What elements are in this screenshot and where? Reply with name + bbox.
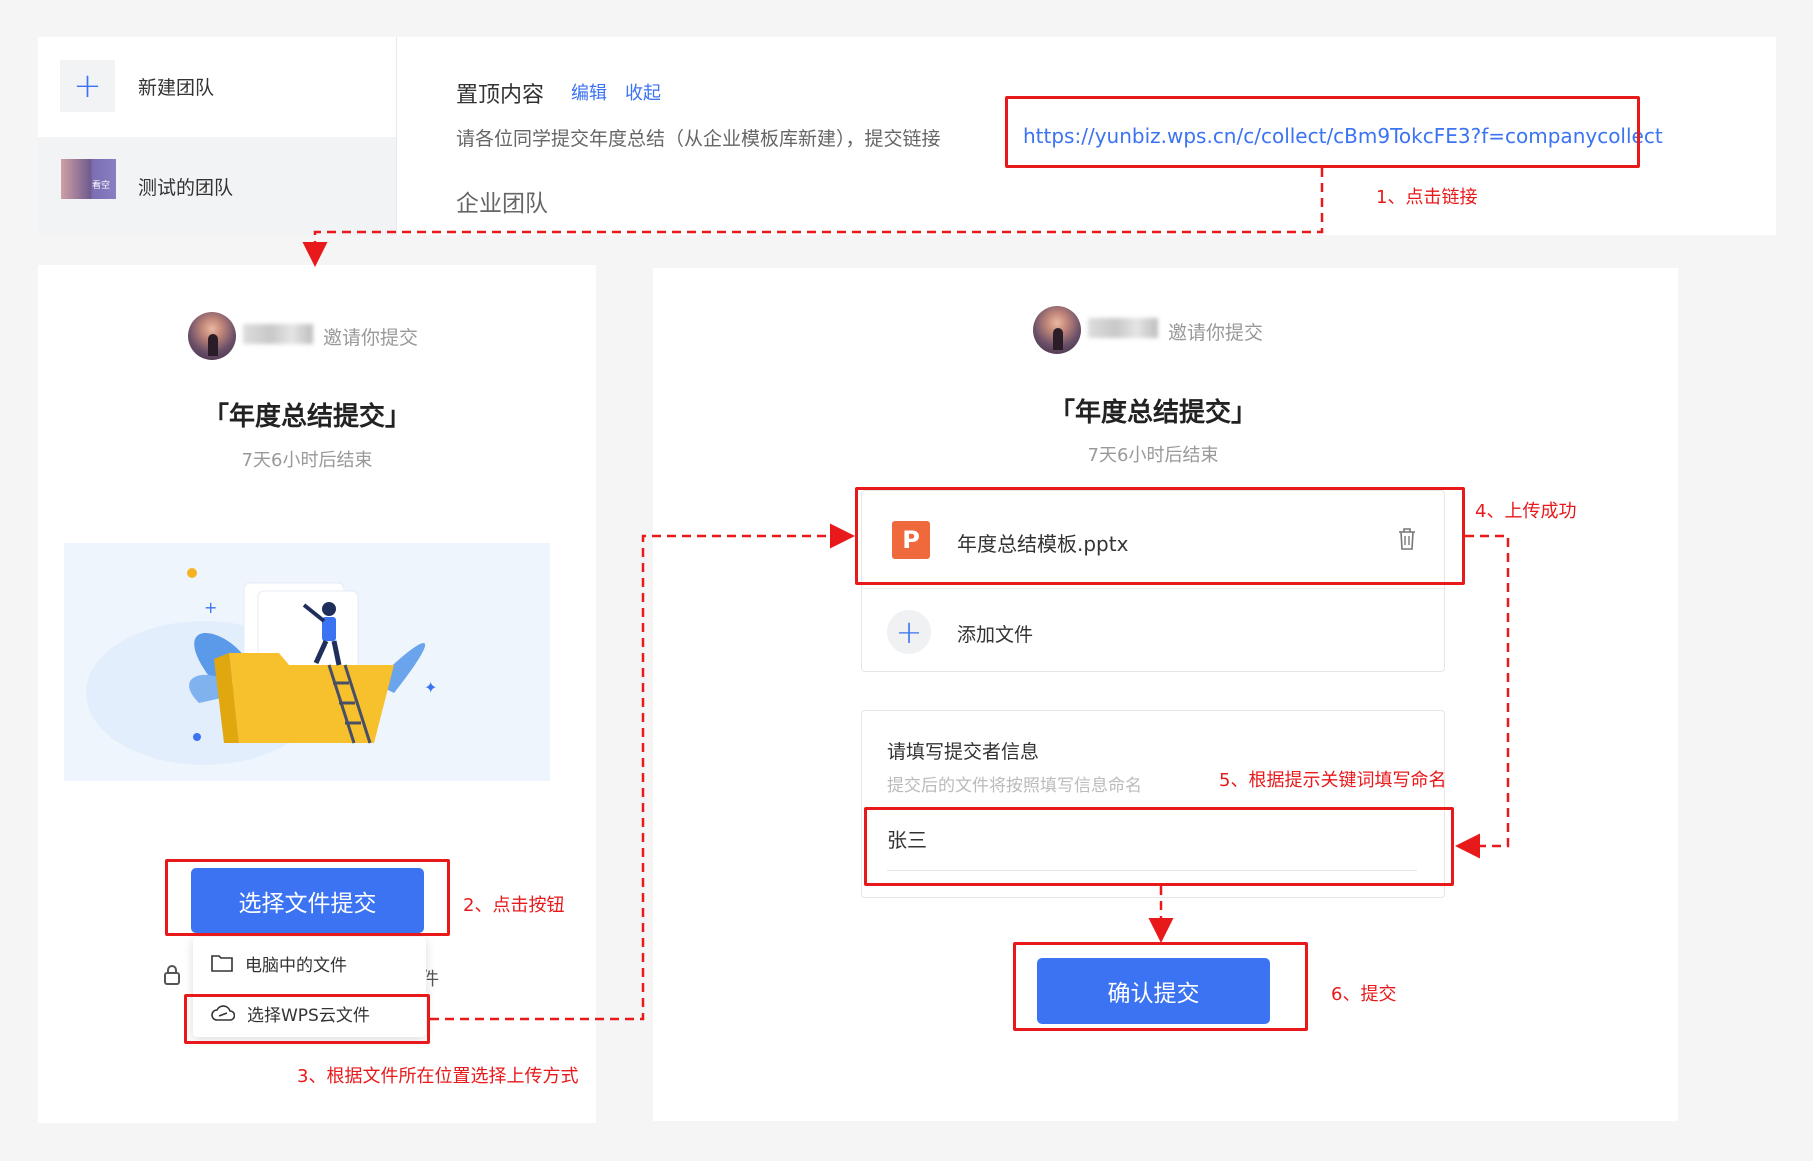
collapse-link[interactable]: 收起 (625, 79, 661, 105)
sidebar-item-new-team[interactable]: + 新建团队 (38, 37, 396, 135)
step-6-label: 6、提交 (1331, 984, 1397, 1005)
team-thumbnail: 看空 (61, 159, 116, 199)
menu-item-local-file[interactable]: 电脑中的文件 (193, 939, 426, 987)
card-title: 「年度总结提交」 (1048, 398, 1257, 428)
blurred-username (1088, 318, 1158, 338)
highlight-confirm-button (1013, 942, 1308, 1031)
avatar (1033, 306, 1081, 354)
add-file-button[interactable]: + (887, 610, 931, 654)
svg-text:+: + (204, 598, 217, 617)
sidebar-item-label: 新建团队 (138, 76, 215, 99)
avatar (188, 312, 236, 360)
step-2-label: 2、点击按钮 (463, 895, 565, 916)
menu-item-label: 电脑中的文件 (245, 955, 347, 976)
team-sidebar: + 新建团队 看空 测试的团队 (38, 37, 397, 235)
invite-text: 邀请你提交 (323, 327, 419, 349)
step-5-label: 5、根据提示关键词填写命名 (1219, 770, 1447, 791)
card-subtitle: 7天6小时后结束 (1087, 445, 1219, 466)
pinned-title: 置顶内容 (456, 83, 545, 108)
pinned-text: 请各位同学提交年度总结（从企业模板库新建），提交链接 (456, 128, 941, 150)
step-1-label: 1、点击链接 (1376, 187, 1478, 208)
add-file-label[interactable]: 添加文件 (957, 620, 1033, 647)
card-subtitle: 7天6小时后结束 (241, 450, 373, 471)
folder-illustration: + ✦ (64, 543, 550, 781)
card-title: 「年度总结提交」 (202, 402, 411, 432)
lock-icon (164, 965, 180, 990)
highlight-select-button (165, 859, 450, 936)
highlight-link (1005, 96, 1640, 168)
svg-text:✦: ✦ (424, 678, 437, 697)
info-title: 请填写提交者信息 (887, 741, 1040, 763)
plus-icon: + (60, 60, 115, 112)
edit-link[interactable]: 编辑 (571, 79, 607, 105)
folder-icon (211, 955, 233, 972)
highlight-uploaded-file (855, 487, 1465, 585)
step-3-label: 3、根据文件所在位置选择上传方式 (297, 1066, 579, 1087)
highlight-wps-cloud (184, 994, 430, 1044)
invite-text: 邀请你提交 (1168, 322, 1264, 344)
sidebar-item-test-team[interactable]: 看空 测试的团队 (38, 137, 396, 235)
section-title: 企业团队 (456, 191, 548, 217)
highlight-name-input (864, 807, 1454, 886)
info-hint: 提交后的文件将按照填写信息命名 (887, 776, 1142, 796)
blurred-username (243, 324, 313, 344)
step-4-label: 4、上传成功 (1475, 501, 1577, 522)
sidebar-item-label: 测试的团队 (138, 176, 234, 199)
